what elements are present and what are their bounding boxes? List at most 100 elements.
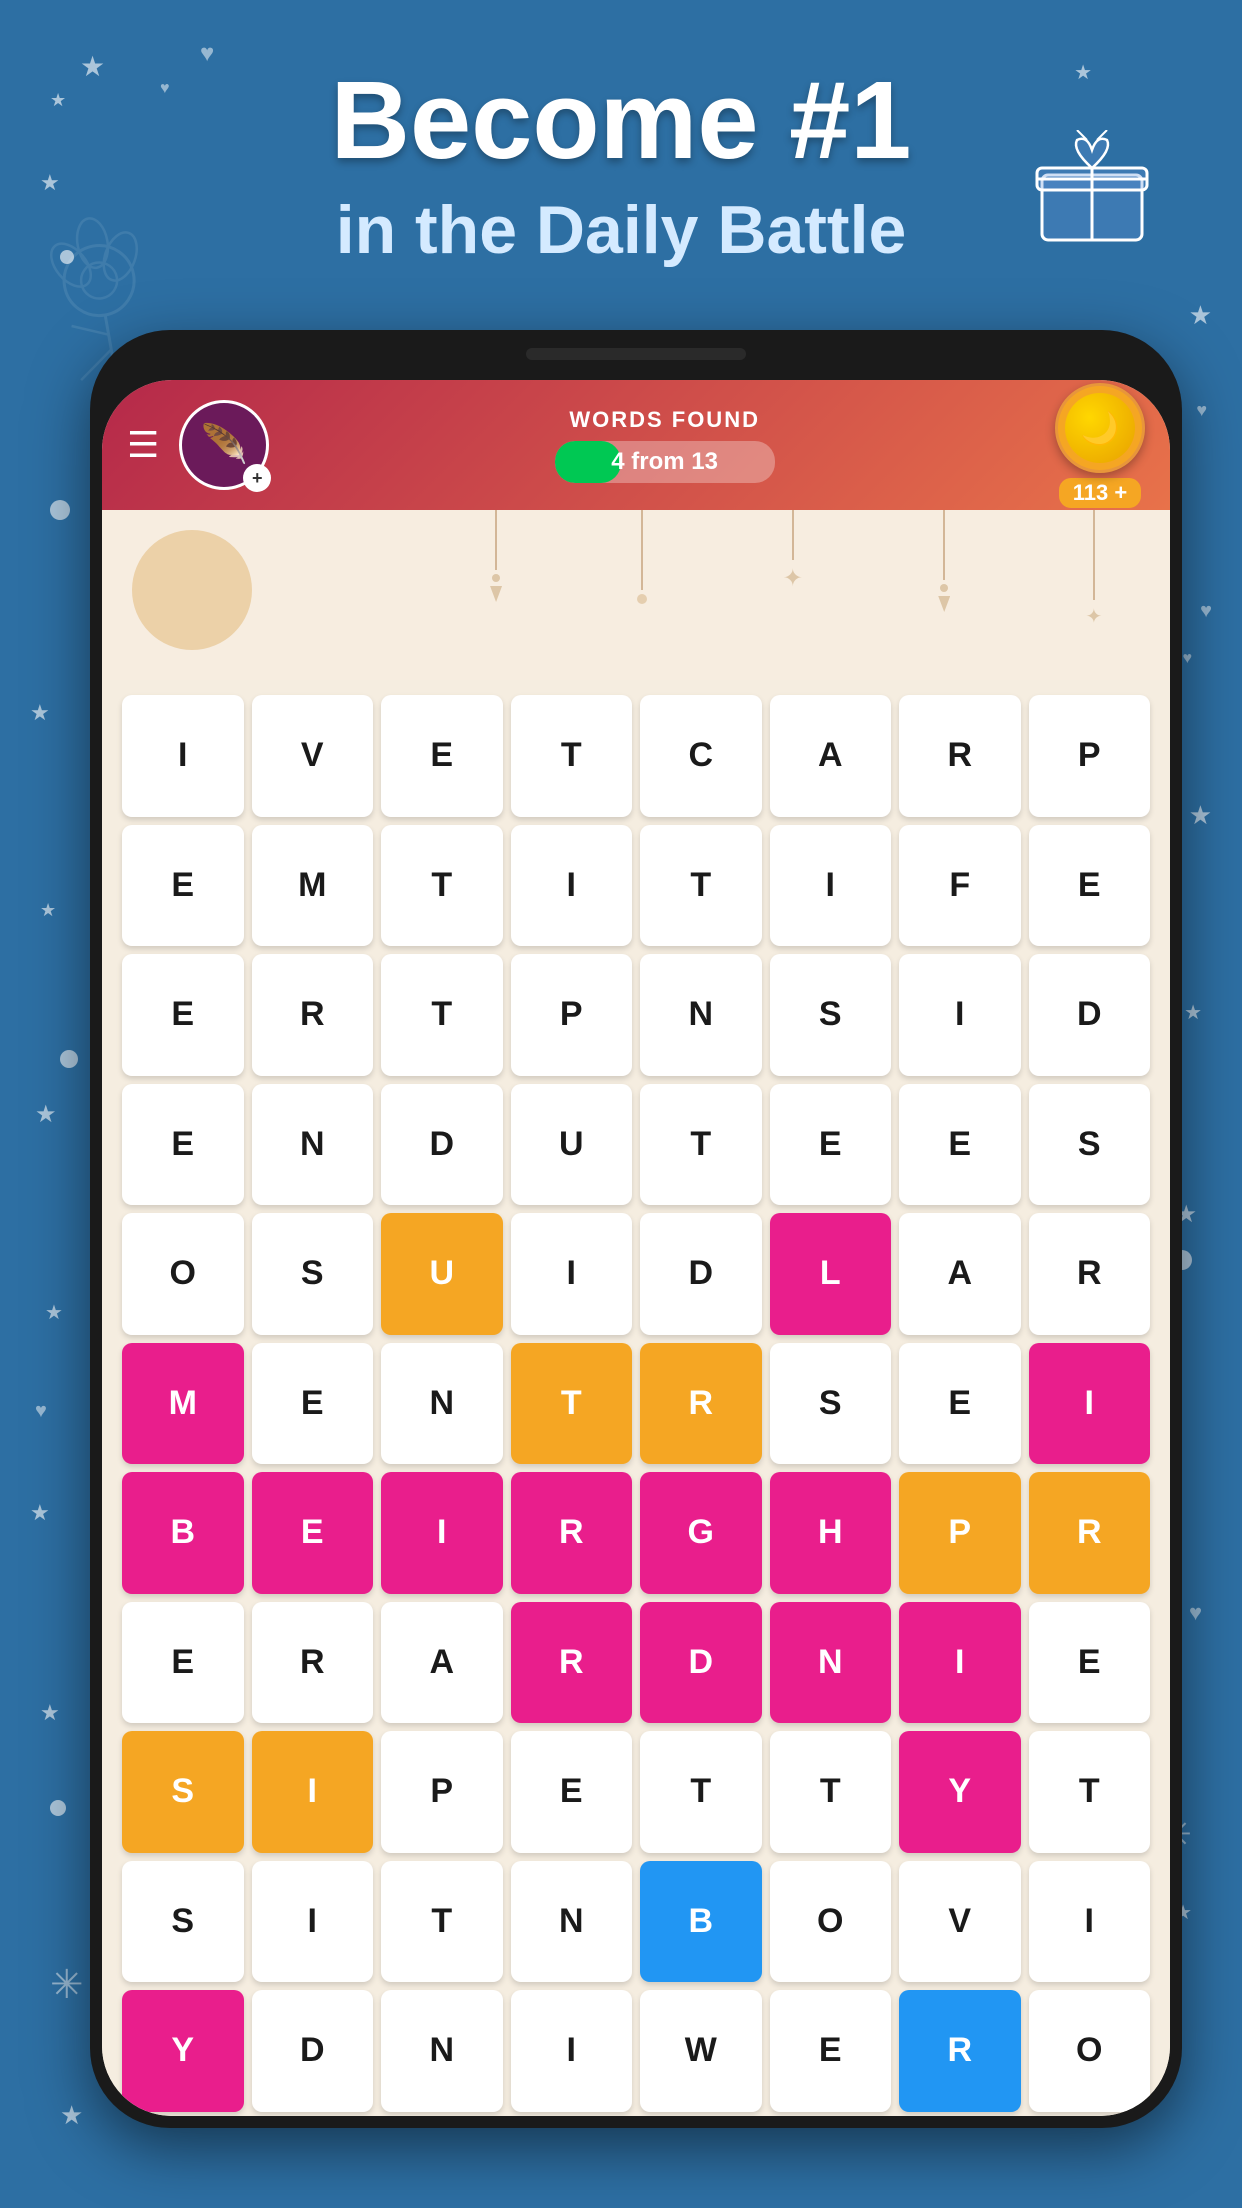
- subheadline: in the Daily Battle: [0, 191, 1242, 269]
- star-icon: ★: [30, 700, 50, 726]
- phone-screen: ☰ 🪶 + WORDS FOUND 4 from 13 🌙 11: [102, 380, 1170, 2116]
- letter-cell-0-4[interactable]: C: [640, 695, 762, 817]
- letter-cell-6-2[interactable]: I: [381, 1472, 503, 1594]
- letter-cell-9-7[interactable]: I: [1029, 1861, 1151, 1983]
- progress-bar-text: 4 from 13: [555, 448, 775, 476]
- coin-badge[interactable]: 🌙: [1055, 383, 1145, 473]
- letter-cell-2-5[interactable]: S: [770, 954, 892, 1076]
- letter-cell-2-7[interactable]: D: [1029, 954, 1151, 1076]
- letter-cell-3-4[interactable]: T: [640, 1084, 762, 1206]
- menu-icon[interactable]: ☰: [127, 424, 159, 466]
- letter-cell-3-1[interactable]: N: [252, 1084, 374, 1206]
- letter-cell-6-3[interactable]: R: [511, 1472, 633, 1594]
- letter-cell-5-0[interactable]: M: [122, 1343, 244, 1465]
- letter-cell-10-0[interactable]: Y: [122, 1990, 244, 2112]
- letter-cell-10-4[interactable]: W: [640, 1990, 762, 2112]
- letter-cell-7-0[interactable]: E: [122, 1602, 244, 1724]
- letter-cell-6-5[interactable]: H: [770, 1472, 892, 1594]
- letter-cell-9-0[interactable]: S: [122, 1861, 244, 1983]
- letter-cell-0-0[interactable]: I: [122, 695, 244, 817]
- letter-cell-0-6[interactable]: R: [899, 695, 1021, 817]
- letter-cell-0-5[interactable]: A: [770, 695, 892, 817]
- letter-cell-9-4[interactable]: B: [640, 1861, 762, 1983]
- letter-cell-6-0[interactable]: B: [122, 1472, 244, 1594]
- letter-cell-2-0[interactable]: E: [122, 954, 244, 1076]
- letter-cell-7-1[interactable]: R: [252, 1602, 374, 1724]
- letter-cell-3-6[interactable]: E: [899, 1084, 1021, 1206]
- letter-cell-4-3[interactable]: I: [511, 1213, 633, 1335]
- heart-icon: ♥: [1183, 650, 1193, 668]
- letter-cell-2-6[interactable]: I: [899, 954, 1021, 1076]
- letter-cell-3-3[interactable]: U: [511, 1084, 633, 1206]
- letter-cell-4-1[interactable]: S: [252, 1213, 374, 1335]
- letter-cell-3-2[interactable]: D: [381, 1084, 503, 1206]
- letter-cell-1-4[interactable]: T: [640, 825, 762, 947]
- letter-cell-4-4[interactable]: D: [640, 1213, 762, 1335]
- letter-cell-9-6[interactable]: V: [899, 1861, 1021, 1983]
- letter-cell-8-0[interactable]: S: [122, 1731, 244, 1853]
- letter-cell-3-7[interactable]: S: [1029, 1084, 1151, 1206]
- letter-cell-3-0[interactable]: E: [122, 1084, 244, 1206]
- letter-cell-0-7[interactable]: P: [1029, 695, 1151, 817]
- letter-cell-4-5[interactable]: L: [770, 1213, 892, 1335]
- letter-cell-6-6[interactable]: P: [899, 1472, 1021, 1594]
- feather-badge[interactable]: 🪶 +: [179, 400, 269, 490]
- letter-cell-5-6[interactable]: E: [899, 1343, 1021, 1465]
- letter-cell-8-3[interactable]: E: [511, 1731, 633, 1853]
- top-promo-text: Become #1 in the Daily Battle: [0, 60, 1242, 269]
- letter-cell-5-2[interactable]: N: [381, 1343, 503, 1465]
- letter-cell-10-7[interactable]: O: [1029, 1990, 1151, 2112]
- letter-cell-9-3[interactable]: N: [511, 1861, 633, 1983]
- letter-cell-5-4[interactable]: R: [640, 1343, 762, 1465]
- letter-cell-2-1[interactable]: R: [252, 954, 374, 1076]
- letter-cell-7-3[interactable]: R: [511, 1602, 633, 1724]
- letter-cell-0-3[interactable]: T: [511, 695, 633, 817]
- letter-cell-8-2[interactable]: P: [381, 1731, 503, 1853]
- letter-cell-2-2[interactable]: T: [381, 954, 503, 1076]
- letter-cell-5-5[interactable]: S: [770, 1343, 892, 1465]
- letter-cell-7-4[interactable]: D: [640, 1602, 762, 1724]
- letter-cell-0-1[interactable]: V: [252, 695, 374, 817]
- letter-cell-1-3[interactable]: I: [511, 825, 633, 947]
- letter-cell-9-1[interactable]: I: [252, 1861, 374, 1983]
- letter-cell-8-7[interactable]: T: [1029, 1731, 1151, 1853]
- letter-cell-6-1[interactable]: E: [252, 1472, 374, 1594]
- letter-cell-4-6[interactable]: A: [899, 1213, 1021, 1335]
- letter-cell-10-3[interactable]: I: [511, 1990, 633, 2112]
- letter-cell-1-2[interactable]: T: [381, 825, 503, 947]
- letter-cell-7-2[interactable]: A: [381, 1602, 503, 1724]
- letter-cell-9-5[interactable]: O: [770, 1861, 892, 1983]
- letter-cell-5-1[interactable]: E: [252, 1343, 374, 1465]
- star-icon: ★: [35, 1100, 57, 1129]
- letter-cell-10-2[interactable]: N: [381, 1990, 503, 2112]
- letter-cell-0-2[interactable]: E: [381, 695, 503, 817]
- letter-cell-4-0[interactable]: O: [122, 1213, 244, 1335]
- letter-cell-10-5[interactable]: E: [770, 1990, 892, 2112]
- letter-cell-2-4[interactable]: N: [640, 954, 762, 1076]
- letter-cell-2-3[interactable]: P: [511, 954, 633, 1076]
- letter-cell-5-7[interactable]: I: [1029, 1343, 1151, 1465]
- letter-cell-1-0[interactable]: E: [122, 825, 244, 947]
- letter-cell-3-5[interactable]: E: [770, 1084, 892, 1206]
- letter-cell-7-7[interactable]: E: [1029, 1602, 1151, 1724]
- letter-cell-1-1[interactable]: M: [252, 825, 374, 947]
- coin-section: 🌙 113 +: [1055, 383, 1145, 508]
- letter-cell-8-4[interactable]: T: [640, 1731, 762, 1853]
- letter-cell-8-6[interactable]: Y: [899, 1731, 1021, 1853]
- letter-cell-1-6[interactable]: F: [899, 825, 1021, 947]
- letter-cell-1-5[interactable]: I: [770, 825, 892, 947]
- letter-cell-4-2[interactable]: U: [381, 1213, 503, 1335]
- letter-cell-7-6[interactable]: I: [899, 1602, 1021, 1724]
- letter-cell-10-1[interactable]: D: [252, 1990, 374, 2112]
- letter-cell-1-7[interactable]: E: [1029, 825, 1151, 947]
- letter-cell-6-4[interactable]: G: [640, 1472, 762, 1594]
- feather-plus-button[interactable]: +: [243, 464, 271, 492]
- letter-cell-10-6[interactable]: R: [899, 1990, 1021, 2112]
- letter-cell-9-2[interactable]: T: [381, 1861, 503, 1983]
- letter-cell-5-3[interactable]: T: [511, 1343, 633, 1465]
- letter-cell-8-5[interactable]: T: [770, 1731, 892, 1853]
- letter-cell-7-5[interactable]: N: [770, 1602, 892, 1724]
- letter-cell-4-7[interactable]: R: [1029, 1213, 1151, 1335]
- letter-cell-8-1[interactable]: I: [252, 1731, 374, 1853]
- letter-cell-6-7[interactable]: R: [1029, 1472, 1151, 1594]
